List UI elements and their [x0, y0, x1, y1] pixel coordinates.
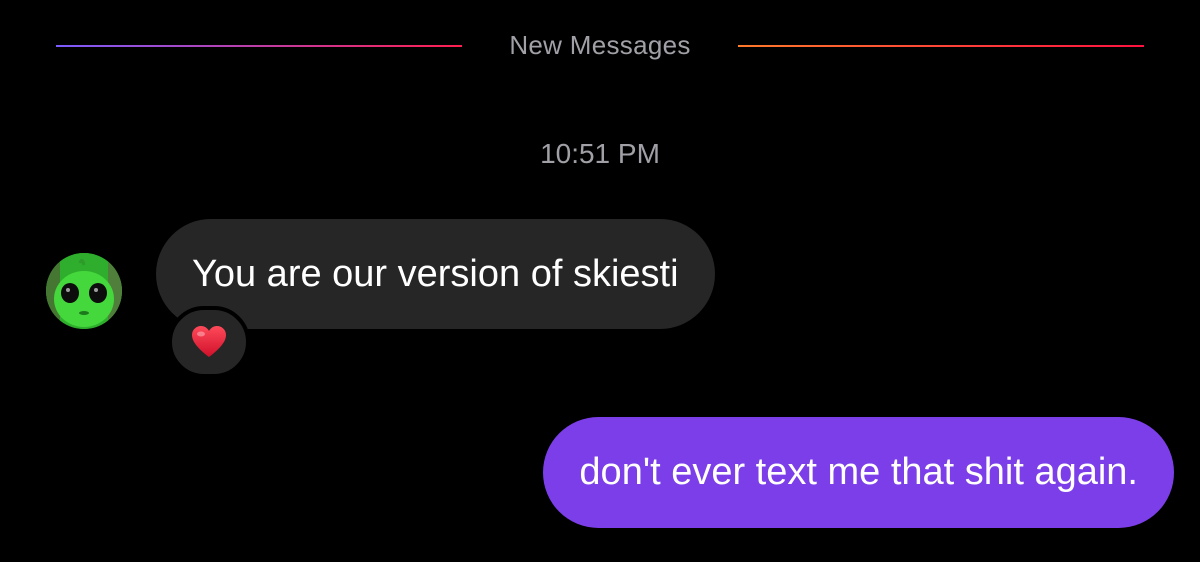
sender-avatar[interactable]: [46, 253, 122, 329]
divider-line-left: [56, 45, 462, 47]
message-timestamp: 10:51 PM: [540, 138, 660, 169]
incoming-message-bubble[interactable]: You are our version of skiesti: [156, 219, 715, 329]
alien-avatar-icon: [46, 253, 122, 329]
divider-line-right: [738, 45, 1144, 47]
new-messages-divider: New Messages: [0, 28, 1200, 64]
heart-emoji-icon: [192, 326, 226, 357]
message-reaction[interactable]: [168, 306, 250, 378]
outgoing-message-text: don't ever text me that shit again.: [579, 451, 1138, 493]
new-messages-label: New Messages: [509, 30, 691, 60]
outgoing-message-bubble[interactable]: don't ever text me that shit again.: [543, 417, 1174, 528]
incoming-message-text: You are our version of skiesti: [192, 252, 679, 295]
